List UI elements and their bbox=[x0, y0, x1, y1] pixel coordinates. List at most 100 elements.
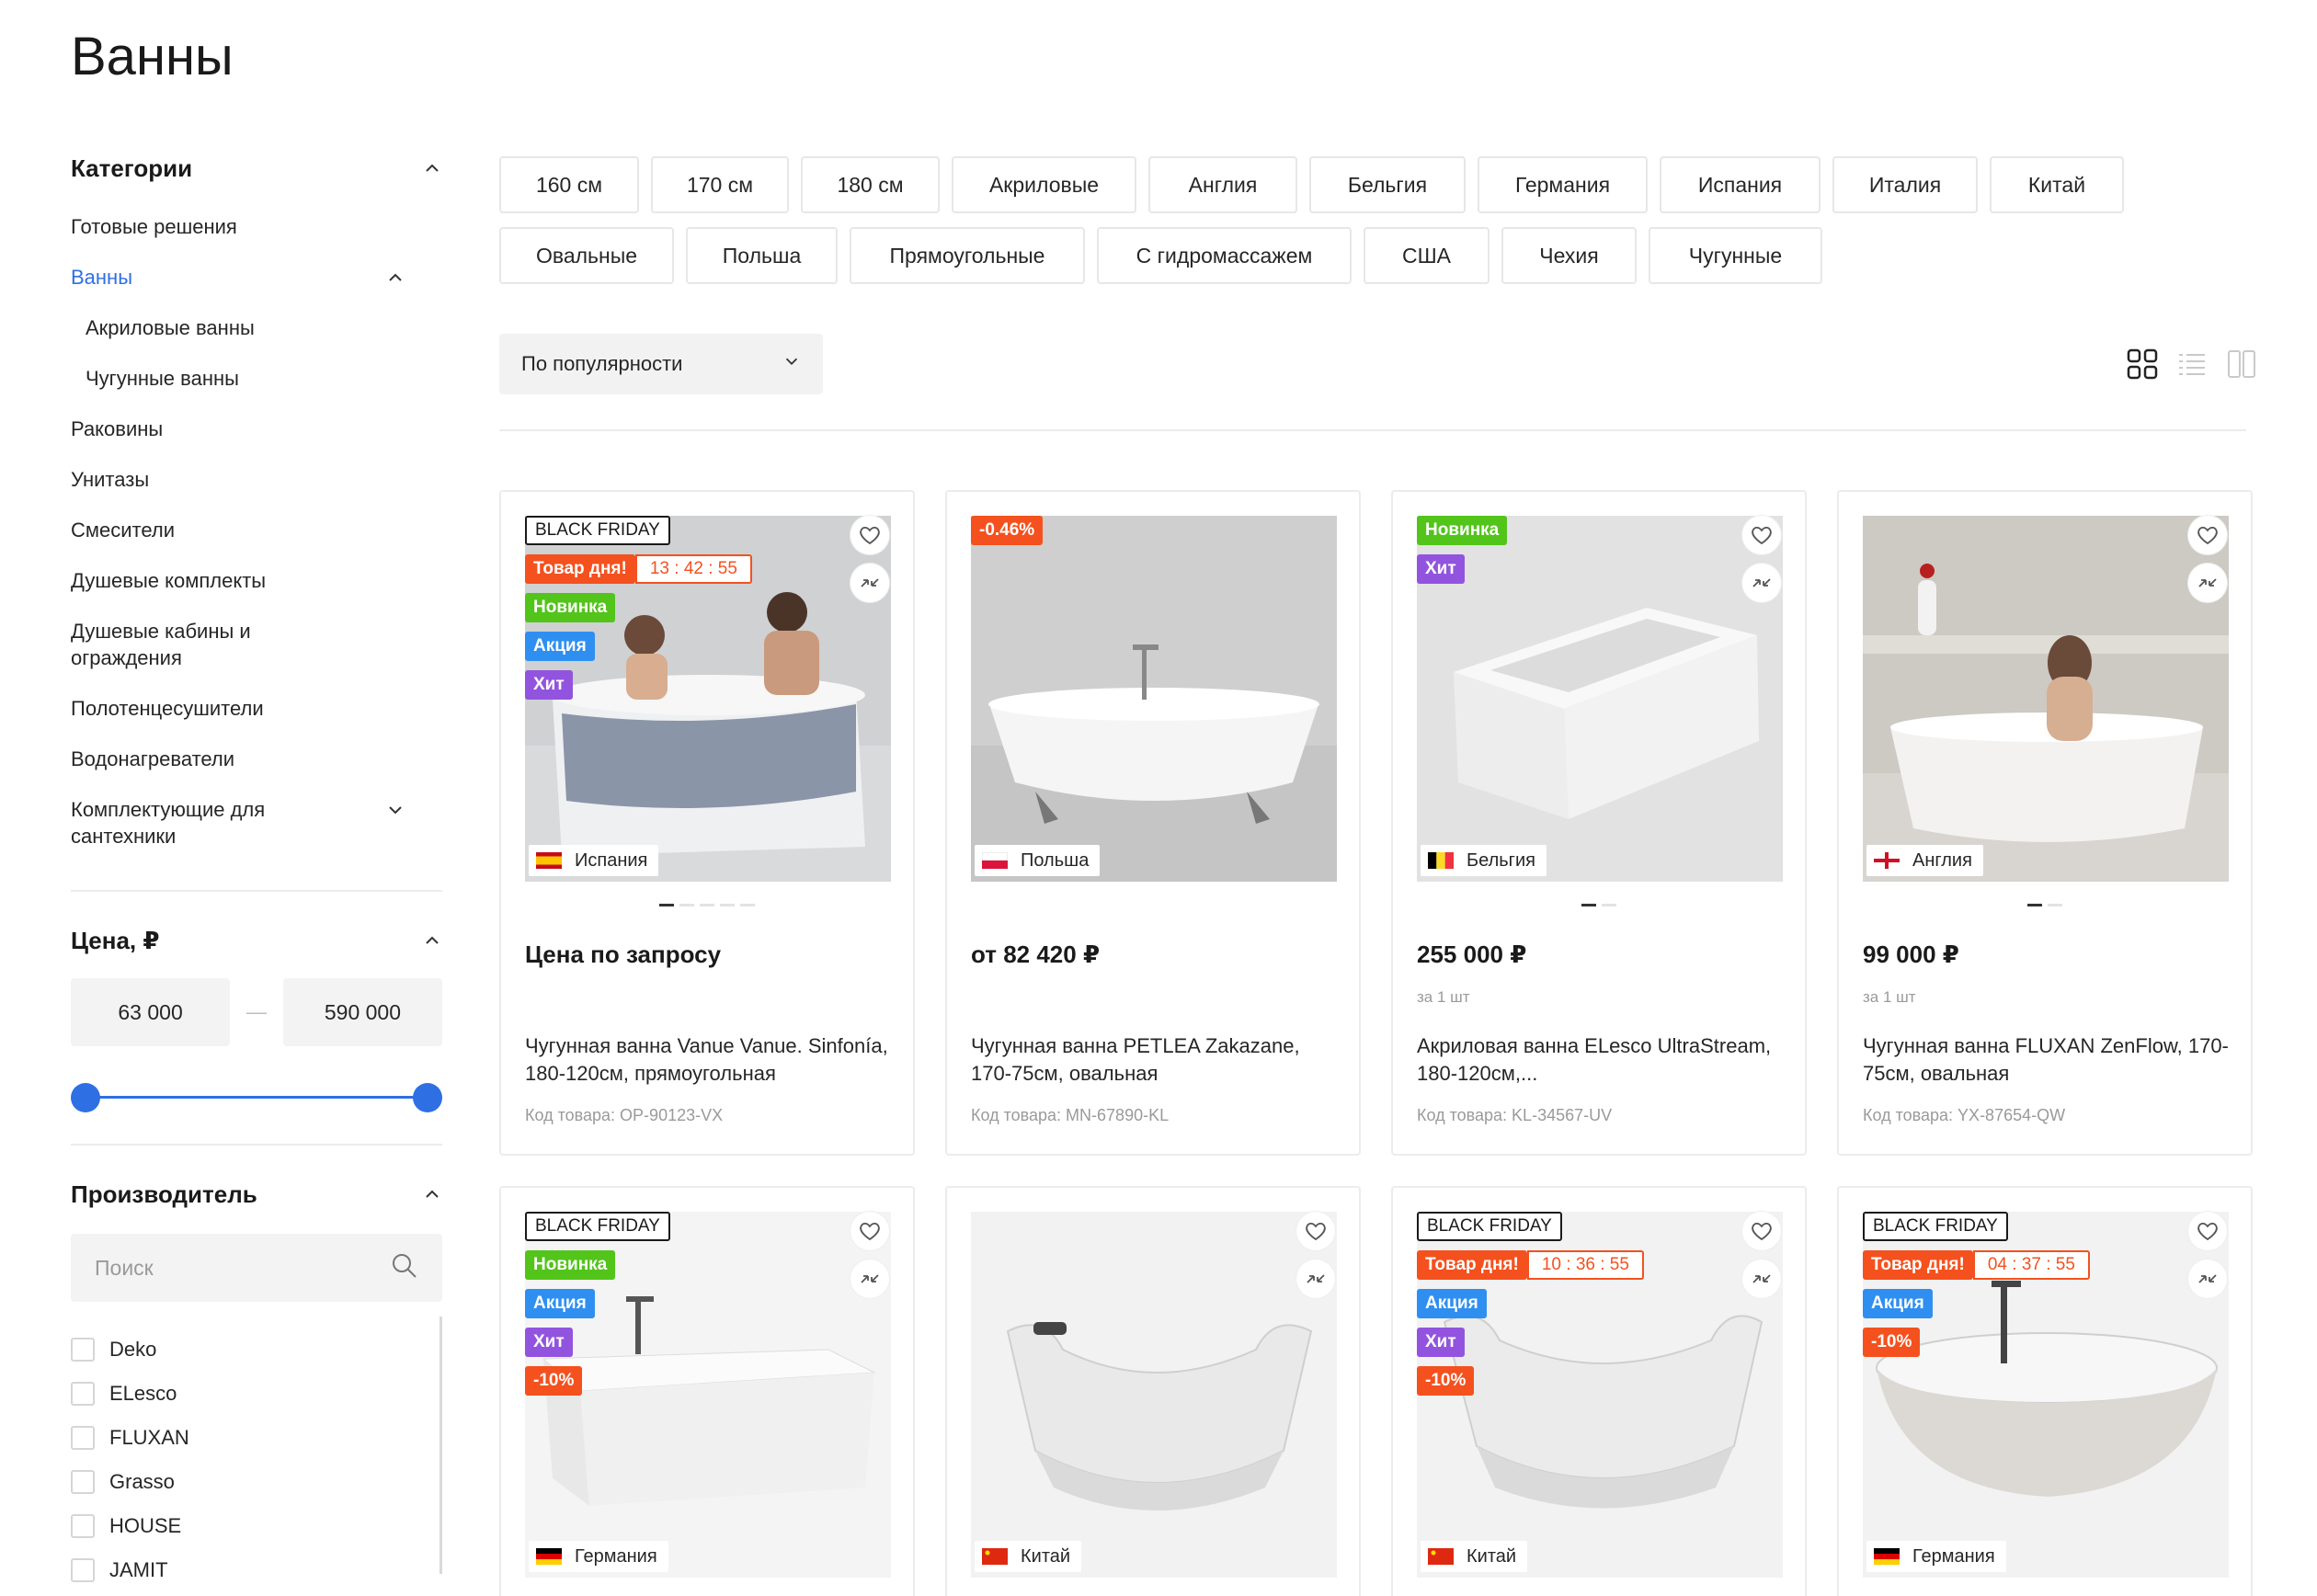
categories-header[interactable]: Категории bbox=[71, 138, 442, 199]
manufacturer-header[interactable]: Производитель bbox=[71, 1164, 442, 1225]
tag-chip[interactable]: Италия bbox=[1832, 156, 1978, 213]
country-label: Германия bbox=[1866, 1541, 2006, 1572]
tag-chip[interactable]: Испания bbox=[1660, 156, 1820, 213]
price-slider-min-handle[interactable] bbox=[71, 1083, 100, 1112]
checkbox[interactable] bbox=[71, 1514, 95, 1538]
category-mixers[interactable]: Смесители bbox=[71, 506, 442, 556]
product-card[interactable]: BLACK FRIDAY Товар дня! 10 : 36 : 55 Акци… bbox=[1391, 1186, 1807, 1596]
category-baths[interactable]: Ванны bbox=[71, 253, 442, 303]
compare-icon[interactable] bbox=[850, 1260, 889, 1298]
manufacturer-option[interactable]: HOUSE bbox=[71, 1504, 442, 1548]
product-card[interactable]: Англия 99 000 ₽ за 1 шт Чугунная ванна F… bbox=[1837, 490, 2253, 1156]
chevron-up-icon[interactable] bbox=[385, 268, 405, 288]
heart-icon[interactable] bbox=[2188, 1212, 2227, 1250]
category-shower-sets[interactable]: Душевые комплекты bbox=[71, 556, 442, 607]
heart-icon[interactable] bbox=[850, 516, 889, 554]
heart-icon[interactable] bbox=[1742, 1212, 1781, 1250]
checkbox[interactable] bbox=[71, 1338, 95, 1362]
category-acrylic-baths[interactable]: Акриловые ванны bbox=[71, 303, 442, 354]
tag-chip[interactable]: Овальные bbox=[499, 227, 674, 284]
chevron-up-icon[interactable] bbox=[422, 158, 442, 178]
country-label: Китай bbox=[975, 1541, 1082, 1572]
manufacturer-scrollbar[interactable] bbox=[439, 1317, 442, 1574]
manufacturer-option[interactable]: Deko bbox=[71, 1328, 442, 1372]
category-towel-warmers[interactable]: Полотенцесушители bbox=[71, 684, 442, 735]
tag-chip[interactable]: С гидромассажем bbox=[1097, 227, 1352, 284]
tag-chip[interactable]: США bbox=[1364, 227, 1490, 284]
product-card[interactable]: BLACK FRIDAY Новинка Акция Хит -10% Герм… bbox=[499, 1186, 915, 1596]
image-carousel-dots[interactable] bbox=[501, 904, 913, 906]
tag-chip[interactable]: Чехия bbox=[1501, 227, 1637, 284]
tag-chip[interactable]: 180 см bbox=[801, 156, 940, 213]
tag-chip[interactable]: Чугунные bbox=[1649, 227, 1822, 284]
manufacturer-option[interactable]: FLUXAN bbox=[71, 1416, 442, 1460]
compare-icon[interactable] bbox=[1742, 1260, 1781, 1298]
product-image[interactable] bbox=[971, 516, 1337, 882]
manufacturer-search-input[interactable]: Поиск bbox=[71, 1234, 442, 1302]
product-image[interactable] bbox=[971, 1212, 1337, 1578]
price-min-input[interactable]: 63 000 bbox=[71, 978, 231, 1046]
compare-icon[interactable] bbox=[850, 564, 889, 602]
flag-england-icon bbox=[1874, 852, 1900, 869]
chevron-up-icon[interactable] bbox=[422, 930, 442, 951]
tag-chip[interactable]: 170 см bbox=[651, 156, 789, 213]
checkbox[interactable] bbox=[71, 1470, 95, 1494]
product-name[interactable]: Чугунная ванна FLUXAN ZenFlow, 170-75см,… bbox=[1863, 1032, 2231, 1088]
badge-discount: -10% bbox=[525, 1366, 583, 1396]
image-carousel-dots[interactable] bbox=[1393, 904, 1805, 906]
manufacturer-option[interactable]: Grasso bbox=[71, 1460, 442, 1504]
tag-chip[interactable]: 160 см bbox=[499, 156, 639, 213]
chevron-down-icon[interactable] bbox=[385, 800, 405, 820]
tag-chip[interactable]: Англия bbox=[1148, 156, 1297, 213]
price-slider-max-handle[interactable] bbox=[413, 1083, 442, 1112]
category-toilets[interactable]: Унитазы bbox=[71, 455, 442, 506]
category-plumbing-parts[interactable]: Комплектующие для сантехники bbox=[71, 785, 442, 862]
product-price: Цена по запросу bbox=[525, 940, 722, 968]
search-icon[interactable] bbox=[391, 1252, 418, 1284]
category-sinks[interactable]: Раковины bbox=[71, 405, 442, 455]
product-name[interactable]: Чугунная ванна PETLEA Zakazane, 170-75см… bbox=[971, 1032, 1339, 1088]
product-card[interactable]: BLACK FRIDAY Товар дня! 04 : 37 : 55 Акци… bbox=[1837, 1186, 2253, 1596]
chevron-up-icon[interactable] bbox=[422, 1184, 442, 1204]
product-name[interactable]: Акриловая ванна ELesco UltraStream, 180-… bbox=[1417, 1032, 1785, 1088]
product-name[interactable]: Чугунная ванна Vanue Vanue. Sinfonía, 18… bbox=[525, 1032, 893, 1088]
product-image[interactable] bbox=[1863, 516, 2229, 882]
flag-spain-icon bbox=[536, 852, 562, 869]
checkbox[interactable] bbox=[71, 1382, 95, 1406]
product-card[interactable]: -0.46% Польша от 82 420 ₽ Чугунная ванна… bbox=[945, 490, 1361, 1156]
compare-icon[interactable] bbox=[2188, 564, 2227, 602]
category-shower-cabins[interactable]: Душевые кабины и ограждения bbox=[71, 607, 442, 684]
price-header[interactable]: Цена, ₽ bbox=[71, 910, 442, 971]
manufacturer-option[interactable]: JAMIT bbox=[71, 1548, 442, 1592]
tag-chip[interactable]: Прямоугольные bbox=[850, 227, 1085, 284]
product-price: 99 000 ₽ bbox=[1863, 940, 1959, 968]
price-slider[interactable] bbox=[71, 1079, 442, 1116]
sort-dropdown[interactable]: По популярности bbox=[499, 334, 823, 394]
compare-icon[interactable] bbox=[1742, 564, 1781, 602]
heart-icon[interactable] bbox=[1742, 516, 1781, 554]
compare-icon[interactable] bbox=[1296, 1260, 1335, 1298]
checkbox[interactable] bbox=[71, 1426, 95, 1450]
grid-view-icon[interactable] bbox=[2126, 348, 2159, 381]
heart-icon[interactable] bbox=[1296, 1212, 1335, 1250]
price-max-input[interactable]: 590 000 bbox=[282, 978, 442, 1046]
image-carousel-dots[interactable] bbox=[1839, 904, 2251, 906]
heart-icon[interactable] bbox=[850, 1212, 889, 1250]
product-card[interactable]: Новинка Хит Бельгия 255 000 ₽ за 1 шт Ак… bbox=[1391, 490, 1807, 1156]
tag-chip[interactable]: Польша bbox=[686, 227, 838, 284]
product-card[interactable]: BLACK FRIDAY Товар дня! 13 : 42 : 55 Нови… bbox=[499, 490, 915, 1156]
category-cast-iron-baths[interactable]: Чугунные ванны bbox=[71, 354, 442, 405]
tag-chip[interactable]: Бельгия bbox=[1309, 156, 1466, 213]
tag-chip[interactable]: Китай bbox=[1990, 156, 2124, 213]
list-view-icon[interactable] bbox=[2175, 348, 2209, 381]
category-ready-solutions[interactable]: Готовые решения bbox=[71, 202, 442, 253]
columns-view-icon[interactable] bbox=[2225, 348, 2258, 381]
product-card[interactable]: Китай bbox=[945, 1186, 1361, 1596]
heart-icon[interactable] bbox=[2188, 516, 2227, 554]
category-water-heaters[interactable]: Водонагреватели bbox=[71, 735, 442, 785]
checkbox[interactable] bbox=[71, 1558, 95, 1582]
tag-chip[interactable]: Германия bbox=[1478, 156, 1648, 213]
tag-chip[interactable]: Акриловые bbox=[952, 156, 1136, 213]
manufacturer-option[interactable]: ELesco bbox=[71, 1372, 442, 1416]
compare-icon[interactable] bbox=[2188, 1260, 2227, 1298]
